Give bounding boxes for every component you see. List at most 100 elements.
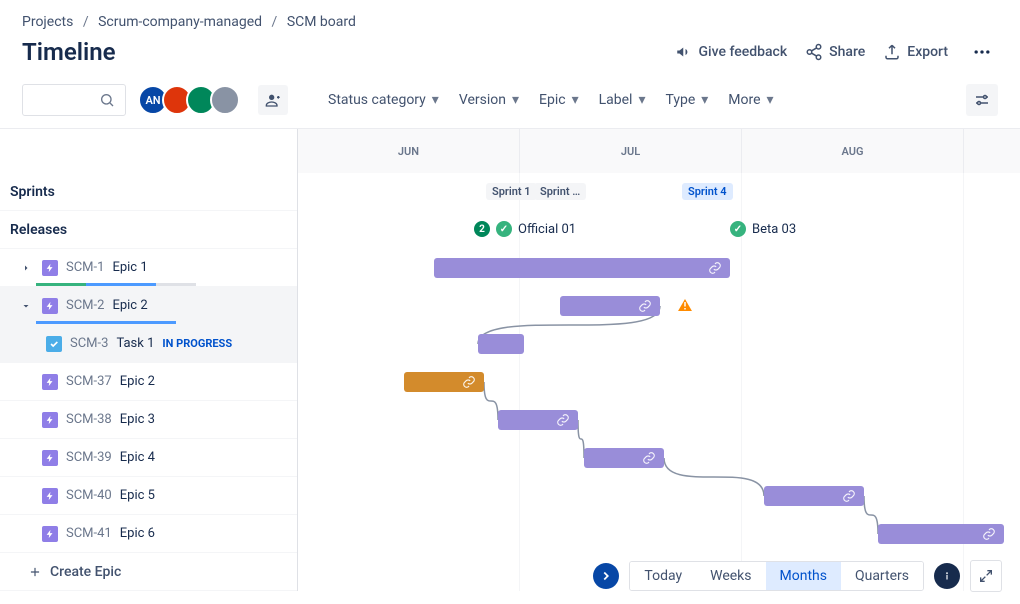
search-input[interactable]	[29, 92, 99, 108]
legend-button[interactable]	[934, 563, 960, 589]
add-user-button[interactable]	[258, 85, 288, 115]
export-label: Export	[907, 44, 948, 60]
sprint-chip[interactable]: Sprint …	[534, 183, 586, 200]
timeline-bar[interactable]	[478, 334, 524, 354]
scroll-right-button[interactable]	[593, 563, 619, 589]
share-label: Share	[829, 44, 865, 60]
warning-icon	[676, 296, 694, 318]
share-icon	[805, 43, 823, 61]
chevron-right-icon[interactable]	[20, 262, 34, 274]
search-box[interactable]	[22, 84, 126, 116]
timeline-lane	[298, 363, 1020, 401]
issue-key: SCM-39	[66, 450, 112, 465]
expand-icon	[978, 568, 994, 584]
timeline-bar[interactable]	[404, 372, 484, 392]
month-column: AUG	[742, 129, 964, 173]
zoom-months[interactable]: Months	[766, 562, 841, 590]
epic-icon	[42, 260, 58, 276]
ellipsis-icon	[972, 42, 992, 62]
issue-row[interactable]: SCM-3 Task 1 IN PROGRESS	[0, 325, 297, 363]
month-column: JUN	[298, 129, 520, 173]
timeline-lane	[298, 477, 1020, 515]
timeline-bar[interactable]	[434, 258, 730, 278]
timeline-lane	[298, 439, 1020, 477]
avatar[interactable]	[210, 85, 240, 115]
breadcrumb: Projects / Scrum-company-managed / SCM b…	[0, 0, 1020, 36]
export-button[interactable]: Export	[883, 43, 948, 61]
status-badge: IN PROGRESS	[162, 337, 232, 350]
sprints-header: Sprints	[0, 173, 297, 211]
epic-icon	[42, 488, 58, 504]
add-user-icon	[265, 92, 281, 108]
issue-row[interactable]: SCM-1 Epic 1	[0, 249, 297, 287]
timeline-bar[interactable]	[764, 486, 864, 506]
link-icon	[462, 375, 476, 389]
export-icon	[883, 43, 901, 61]
timeline-bar[interactable]	[560, 296, 660, 316]
fullscreen-button[interactable]	[970, 560, 1002, 592]
timeline-lane	[298, 401, 1020, 439]
releases-lane: 2✓Official 01 ✓Beta 03	[298, 211, 1020, 249]
breadcrumb-sep: /	[272, 14, 278, 30]
filter-status[interactable]: Status category▾	[324, 86, 443, 114]
issue-row[interactable]: SCM-40 Epic 5	[0, 477, 297, 515]
timeline-bar[interactable]	[878, 524, 1004, 544]
zoom-today[interactable]: Today	[630, 562, 696, 590]
issue-key: SCM-1	[66, 260, 104, 275]
page-title: Timeline	[22, 38, 675, 66]
issue-row[interactable]: SCM-39Epic 4	[0, 439, 297, 477]
timeline-bar[interactable]	[498, 410, 578, 430]
issue-row[interactable]: SCM-38 Epic 3	[0, 401, 297, 439]
link-icon	[982, 527, 996, 541]
megaphone-icon	[675, 43, 693, 61]
chevron-down-icon[interactable]	[20, 300, 34, 312]
issue-name: Epic 1	[112, 260, 147, 275]
link-icon	[556, 413, 570, 427]
issue-key: SCM-3	[70, 336, 108, 351]
zoom-quarters[interactable]: Quarters	[841, 562, 923, 590]
issue-row[interactable]: SCM-2Epic 2	[0, 287, 297, 325]
search-icon	[99, 92, 115, 108]
filter-more[interactable]: More▾	[724, 86, 777, 114]
link-icon	[708, 261, 722, 275]
link-icon	[642, 451, 656, 465]
release-marker[interactable]: 2✓Official 01	[474, 221, 576, 237]
epic-icon	[42, 526, 58, 542]
issue-name: Epic 2	[112, 298, 147, 313]
issue-name: Epic 2	[120, 374, 155, 389]
breadcrumb-projects[interactable]: Projects	[22, 14, 73, 30]
epic-icon	[42, 450, 58, 466]
info-icon	[940, 569, 954, 583]
issue-name: Epic 3	[120, 412, 155, 427]
issue-name: Task 1	[116, 336, 154, 351]
feedback-button[interactable]: Give feedback	[675, 43, 788, 61]
issue-row[interactable]: SCM-41Epic 6	[0, 515, 297, 553]
plus-icon	[28, 565, 42, 579]
filter-label[interactable]: Label▾	[595, 86, 650, 114]
timeline-lane	[298, 325, 1020, 363]
create-epic-button[interactable]: Create Epic	[0, 553, 297, 591]
issue-key: SCM-40	[66, 488, 112, 503]
epic-icon	[42, 298, 58, 314]
avatar-group[interactable]: AN	[138, 85, 240, 115]
share-button[interactable]: Share	[805, 43, 865, 61]
breadcrumb-board[interactable]: SCM board	[287, 14, 356, 30]
view-settings-button[interactable]	[966, 84, 998, 116]
filter-epic[interactable]: Epic▾	[535, 86, 583, 114]
filter-type[interactable]: Type▾	[661, 86, 712, 114]
sprint-chip[interactable]: Sprint 4	[682, 183, 733, 200]
breadcrumb-project[interactable]: Scrum-company-managed	[98, 14, 262, 30]
issue-row[interactable]: SCM-37Epic 2	[0, 363, 297, 401]
release-marker[interactable]: ✓Beta 03	[730, 221, 796, 237]
more-menu-button[interactable]	[966, 36, 998, 68]
filter-version[interactable]: Version▾	[455, 86, 523, 114]
task-icon	[46, 336, 62, 352]
sprint-chip[interactable]: Sprint 1	[486, 183, 537, 200]
timeline-lane	[298, 515, 1020, 553]
zoom-segment: Today Weeks Months Quarters	[629, 561, 924, 591]
timeline-bar[interactable]	[584, 448, 664, 468]
zoom-weeks[interactable]: Weeks	[696, 562, 765, 590]
issue-name: Epic 5	[120, 488, 155, 503]
issue-key: SCM-38	[66, 412, 112, 427]
feedback-label: Give feedback	[699, 44, 788, 60]
